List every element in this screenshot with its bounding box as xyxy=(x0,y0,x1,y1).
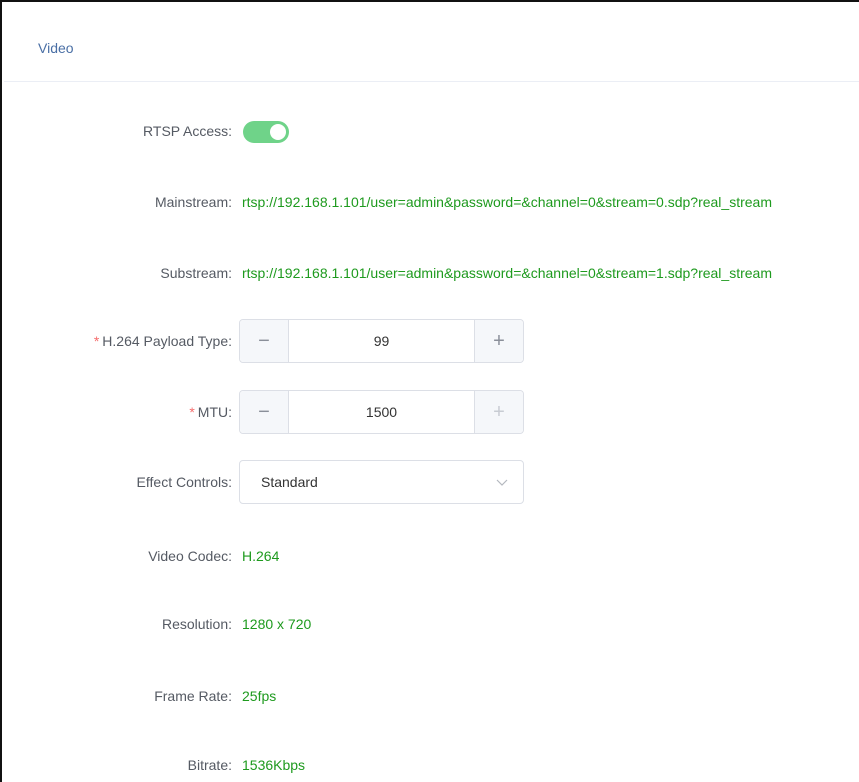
mtu-increment-button[interactable]: + xyxy=(474,391,523,433)
resolution-value: 1280 x 720 xyxy=(242,616,312,632)
required-mark: * xyxy=(189,404,195,420)
mainstream-url: rtsp://192.168.1.101/user=admin&password… xyxy=(242,194,772,210)
bitrate-label: Bitrate: xyxy=(187,757,232,773)
payload-type-increment-button[interactable]: + xyxy=(474,320,523,362)
effect-controls-label: Effect Controls: xyxy=(136,474,232,490)
payload-type-label-text: H.264 Payload Type: xyxy=(102,333,232,349)
mainstream-label: Mainstream: xyxy=(154,194,232,210)
video-codec-value: H.264 xyxy=(242,548,280,564)
payload-type-label: * H.264 Payload Type: xyxy=(94,333,232,349)
frame-rate-label: Frame Rate: xyxy=(154,688,232,704)
mtu-decrement-button[interactable]: − xyxy=(240,391,289,433)
payload-type-decrement-button[interactable]: − xyxy=(240,320,289,362)
mtu-label: * MTU: xyxy=(189,404,232,420)
bitrate-value: 1536Kbps xyxy=(242,757,306,773)
chevron-down-icon xyxy=(496,479,508,486)
resolution-label: Resolution: xyxy=(161,616,232,632)
panel-title: Video xyxy=(38,40,74,56)
mtu-label-text: MTU: xyxy=(197,404,232,420)
effect-controls-select[interactable]: Standard xyxy=(239,460,524,504)
effect-controls-selected: Standard xyxy=(261,474,318,490)
rtsp-access-label: RTSP Access: xyxy=(143,123,232,139)
mtu-stepper: − 1500 + xyxy=(239,390,524,434)
substream-label: Substream: xyxy=(160,265,232,281)
frame-rate-value: 25fps xyxy=(242,688,277,704)
toggle-knob xyxy=(270,124,286,140)
required-mark: * xyxy=(93,333,100,349)
payload-type-input[interactable]: 99 xyxy=(289,320,474,362)
panel-header: Video xyxy=(4,4,859,82)
video-settings-panel: Video RTSP Access: Mainstream: rtsp://19… xyxy=(0,0,859,782)
mtu-input[interactable]: 1500 xyxy=(289,391,474,433)
substream-url: rtsp://192.168.1.101/user=admin&password… xyxy=(242,265,772,281)
payload-type-stepper: − 99 + xyxy=(239,319,524,363)
video-codec-label: Video Codec: xyxy=(148,548,232,564)
rtsp-access-toggle[interactable] xyxy=(243,121,289,143)
